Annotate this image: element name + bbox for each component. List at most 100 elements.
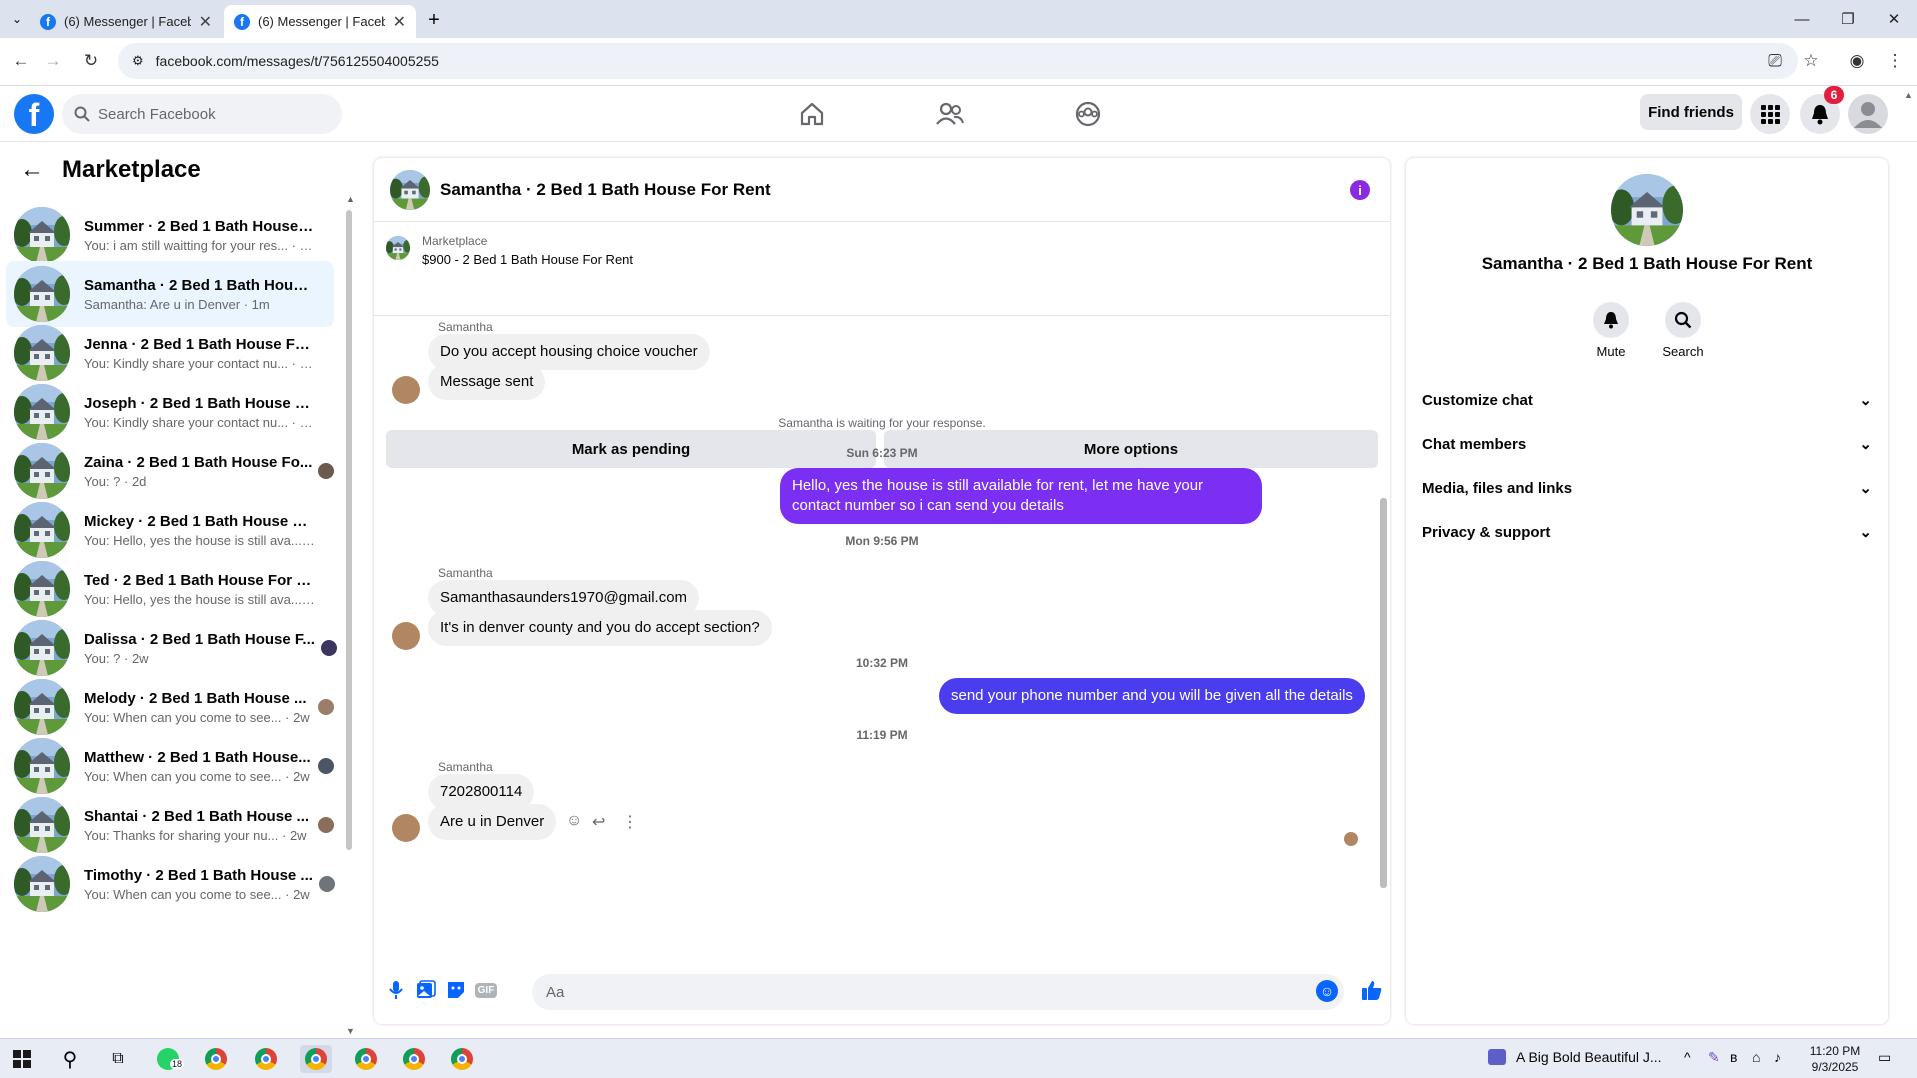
notification-center-icon[interactable]: ▭ — [1878, 1049, 1891, 1066]
search-icon — [74, 106, 90, 122]
system-tray-chevron-icon[interactable]: ^ — [1684, 1049, 1691, 1065]
gif-icon[interactable]: GIF — [474, 978, 498, 1002]
search-facebook-input[interactable]: Search Facebook — [62, 94, 342, 134]
scroll-down-arrow-icon[interactable]: ▼ — [346, 1026, 355, 1036]
thumbs-up-icon[interactable] — [1360, 978, 1384, 1002]
conversation-name: Shantai · 2 Bed 1 Bath House ... — [84, 807, 310, 825]
media-widget[interactable]: A Big Bold Beautiful J... — [1488, 1049, 1662, 1065]
facebook-favicon-icon: f — [40, 13, 56, 30]
back-icon[interactable]: ← — [6, 46, 36, 76]
facebook-header: f Search Facebook Find friends 6 — [0, 86, 1917, 142]
minimize-icon[interactable]: — — [1782, 6, 1822, 32]
media-files-links-section[interactable]: Media, files and links ⌄ — [1422, 470, 1872, 506]
tab-close-icon[interactable]: ✕ — [393, 12, 406, 32]
conversation-item[interactable]: Zaina · 2 Bed 1 Bath House Fo... You: ? ·… — [6, 438, 335, 504]
sender-avatar[interactable] — [392, 376, 420, 404]
conversation-item[interactable]: Joseph · 2 Bed 1 Bath House For ... You: … — [6, 379, 334, 445]
chrome-icon[interactable] — [250, 1045, 282, 1073]
customize-chat-section[interactable]: Customize chat ⌄ — [1422, 382, 1872, 418]
chat-title[interactable]: Samantha · 2 Bed 1 Bath House For Rent — [440, 180, 771, 200]
media-title: A Big Bold Beautiful J... — [1516, 1049, 1662, 1065]
tab-search-icon[interactable]: ⌄ — [6, 8, 28, 30]
conversation-preview: You: ? · 2d — [84, 473, 147, 489]
browser-tab-2[interactable]: f (6) Messenger | Facebook ✕ — [224, 5, 416, 38]
restore-icon[interactable]: ❐ — [1828, 6, 1868, 32]
pen-icon[interactable]: ✎ — [1708, 1049, 1720, 1066]
bluetooth-icon[interactable]: ʙ — [1730, 1049, 1737, 1065]
system-clock[interactable]: 11:20 PM 9/3/2025 — [1800, 1043, 1870, 1075]
conversation-item[interactable]: Timothy · 2 Bed 1 Bath House ... You: Whe… — [6, 851, 335, 917]
scroll-up-arrow-icon[interactable]: ▲ — [346, 194, 355, 204]
search-placeholder: Search Facebook — [98, 105, 216, 123]
account-avatar[interactable] — [1848, 94, 1888, 134]
task-view-icon[interactable]: ⧉ — [102, 1045, 134, 1073]
chrome-icon[interactable] — [300, 1045, 332, 1073]
conversation-item[interactable]: Mickey · 2 Bed 1 Bath House For... You: H… — [6, 497, 334, 563]
new-tab-icon[interactable]: + — [422, 8, 446, 32]
menu-grid-icon[interactable] — [1750, 94, 1790, 134]
sticker-icon[interactable] — [444, 978, 468, 1002]
mute-button[interactable]: Mute — [1576, 302, 1646, 359]
sidebar-scrollbar[interactable] — [346, 210, 352, 850]
windows-start-icon[interactable] — [6, 1045, 38, 1073]
site-info-icon[interactable]: ⚙ — [132, 53, 144, 69]
reload-icon[interactable]: ↻ — [76, 46, 106, 76]
home-icon[interactable] — [792, 94, 832, 134]
info-icon[interactable]: i — [1350, 180, 1370, 200]
profile-icon[interactable]: ◉ — [1842, 46, 1872, 76]
chrome-icon[interactable] — [446, 1045, 478, 1073]
message-bubble[interactable]: It's in denver county and you do accept … — [428, 610, 772, 646]
sender-avatar[interactable] — [392, 814, 420, 842]
conversation-item[interactable]: Matthew · 2 Bed 1 Bath House... You: When… — [6, 733, 334, 799]
search-in-chat-button[interactable]: Search — [1648, 302, 1718, 359]
photo-icon[interactable] — [414, 978, 438, 1002]
chrome-icon[interactable] — [200, 1045, 232, 1073]
browser-menu-icon[interactable]: ⋮ — [1880, 46, 1910, 76]
chrome-icon[interactable] — [398, 1045, 430, 1073]
friends-icon[interactable] — [930, 94, 970, 134]
page-scroll-up-icon[interactable]: ▲ — [1904, 90, 1913, 100]
chat-members-section[interactable]: Chat members ⌄ — [1422, 426, 1872, 462]
bookmark-star-icon[interactable]: ☆ — [1796, 46, 1826, 76]
chat-avatar[interactable] — [390, 170, 430, 210]
chat-profile-avatar[interactable] — [1611, 174, 1683, 246]
window-close-icon[interactable]: ✕ — [1874, 6, 1914, 32]
react-emoji-icon[interactable]: ☺ — [566, 812, 582, 830]
reply-icon[interactable]: ↩ — [592, 812, 605, 832]
volume-icon[interactable]: ♪ — [1774, 1049, 1781, 1065]
forward-icon[interactable]: → — [38, 46, 68, 76]
taskbar-search-icon[interactable]: ⚲ — [54, 1045, 86, 1073]
conversation-item[interactable]: Dalissa · 2 Bed 1 Bath House F... You: ? … — [6, 615, 337, 681]
conversation-item[interactable]: Ted · 2 Bed 1 Bath House For Rent You: He… — [6, 556, 334, 622]
sender-avatar[interactable] — [392, 622, 420, 650]
whatsapp-icon[interactable]: 18 — [152, 1045, 185, 1073]
message-bubble[interactable]: Are u in Denver — [428, 804, 557, 840]
chat-scrollbar[interactable] — [1380, 498, 1387, 888]
back-arrow-icon[interactable]: ← — [20, 156, 44, 184]
message-bubble[interactable]: Message sent — [428, 364, 546, 400]
my-message-bubble[interactable]: send your phone number and you will be g… — [939, 678, 1365, 714]
conversation-preview: You: i am still waitting for your res...… — [84, 237, 316, 253]
chrome-icon[interactable] — [350, 1045, 382, 1073]
facebook-logo-icon[interactable]: f — [14, 94, 54, 134]
install-app-icon[interactable]: ⎚ — [1760, 46, 1790, 76]
microphone-icon[interactable] — [384, 978, 408, 1002]
conversation-item[interactable]: Melody · 2 Bed 1 Bath House ... You: When… — [6, 674, 334, 740]
listing-price-title[interactable]: $900 - 2 Bed 1 Bath House For Rent — [422, 252, 633, 267]
conversation-item[interactable]: Summer · 2 Bed 1 Bath House Fo... You: i … — [6, 202, 334, 268]
tab-close-icon[interactable]: ✕ — [199, 12, 212, 32]
groups-icon[interactable] — [1068, 94, 1108, 134]
browser-tab-1[interactable]: f (6) Messenger | Facebook ✕ — [30, 5, 222, 38]
find-friends-button[interactable]: Find friends — [1640, 94, 1742, 130]
message-input[interactable]: Aa — [532, 974, 1344, 1010]
network-icon[interactable]: ⌂ — [1752, 1049, 1760, 1065]
my-message-bubble[interactable]: Hello, yes the house is still available … — [780, 468, 1262, 524]
conversation-item[interactable]: Jenna · 2 Bed 1 Bath House For ... You: K… — [6, 320, 334, 386]
conversation-item[interactable]: Shantai · 2 Bed 1 Bath House ... You: Tha… — [6, 792, 334, 858]
listing-thumbnail[interactable] — [386, 236, 410, 260]
url-field[interactable]: ⚙ facebook.com/messages/t/75612550400525… — [118, 43, 1798, 79]
privacy-support-section[interactable]: Privacy & support ⌄ — [1422, 514, 1872, 550]
conversation-item[interactable]: Samantha · 2 Bed 1 Bath House ... Samanth… — [6, 261, 334, 327]
more-actions-icon[interactable]: ⋮ — [622, 812, 638, 832]
emoji-icon[interactable]: ☺ — [1316, 980, 1338, 1002]
